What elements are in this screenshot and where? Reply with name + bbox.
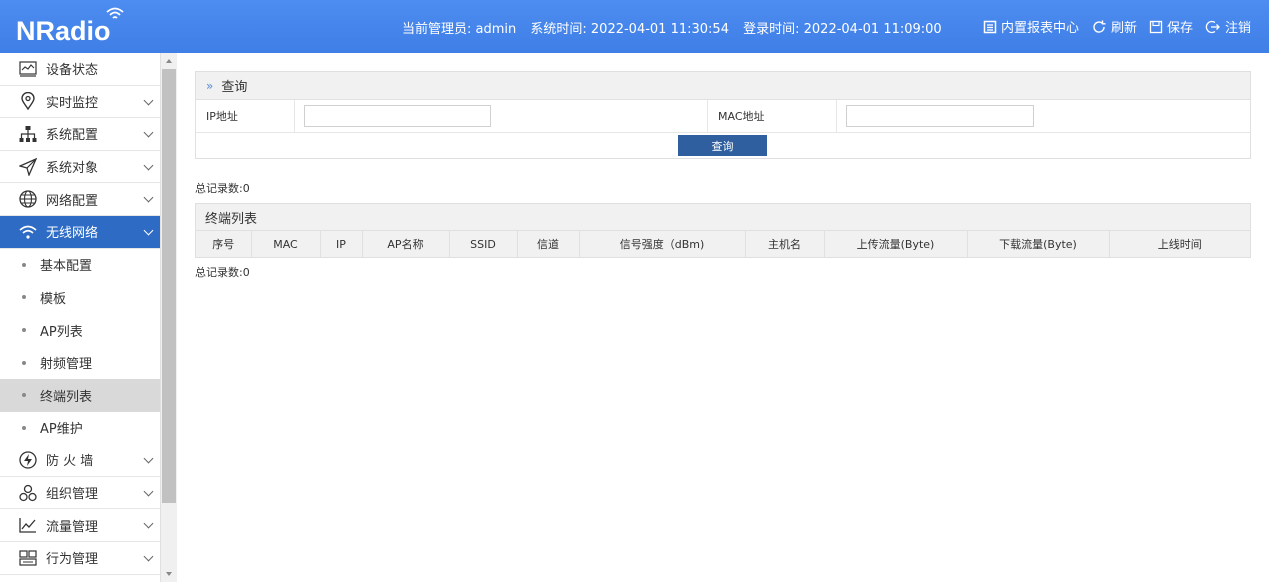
- chevron-down-icon: [143, 453, 154, 464]
- col-header-ip[interactable]: IP: [320, 231, 363, 257]
- save-button[interactable]: 保存: [1149, 17, 1193, 36]
- top-header: NRadio 当前管理员: admin 系统时间: 2022-04-01 11:…: [0, 0, 1269, 53]
- bullet-icon: [22, 425, 26, 430]
- send-icon: [18, 157, 38, 177]
- refresh-icon: [1093, 20, 1106, 33]
- col-header-hostname[interactable]: 主机名: [745, 231, 825, 257]
- nradio-logo: NRadio: [16, 7, 136, 48]
- query-panel-title[interactable]: » 查询: [196, 72, 1250, 100]
- chevron-down-icon: [143, 486, 154, 497]
- refresh-button[interactable]: 刷新: [1091, 17, 1137, 36]
- org-tree-icon: [18, 124, 38, 144]
- bullet-icon: [22, 295, 26, 300]
- logout-icon: [1205, 20, 1220, 33]
- col-header-mac[interactable]: MAC: [251, 231, 321, 257]
- total-records: 总记录数:0: [195, 182, 250, 195]
- chevron-down-icon: [143, 192, 154, 203]
- monitor-icon: [18, 59, 38, 79]
- scroll-down-icon[interactable]: [166, 572, 172, 576]
- sidebar-item-system-config[interactable]: 系统配置: [0, 118, 160, 151]
- bullet-icon: [22, 262, 26, 267]
- total-records-bottom: 总记录数:0: [195, 266, 250, 279]
- scroll-up-icon[interactable]: [166, 59, 172, 63]
- wifi-icon: [18, 222, 38, 242]
- sidebar-item-system-object[interactable]: 系统对象: [0, 151, 160, 184]
- query-button-row: 查询: [196, 133, 1250, 158]
- location-pin-icon: [18, 91, 38, 111]
- mac-field-cell: [837, 100, 1250, 132]
- system-time: 系统时间: 2022-04-01 11:30:54: [530, 22, 729, 37]
- sidebar-item-network-config[interactable]: 网络配置: [0, 183, 160, 216]
- globe-icon: [18, 189, 38, 209]
- sidebar-subitem-basic-config[interactable]: 基本配置: [0, 249, 160, 282]
- col-header-download[interactable]: 下载流量(Byte): [967, 231, 1110, 257]
- main-content: » 查询 IP地址 MAC地址 查询 总记录数:0 终端列表 序号 MAC IP…: [195, 71, 1251, 280]
- sidebar-item-realtime-monitor[interactable]: 实时监控: [0, 86, 160, 119]
- ip-input[interactable]: [304, 105, 491, 127]
- sidebar-item-device-status[interactable]: 设备状态: [0, 53, 160, 86]
- bullet-icon: [22, 360, 26, 365]
- scrollbar-thumb[interactable]: [162, 69, 176, 503]
- logo-wifi-icon: [106, 7, 124, 19]
- col-header-online-time[interactable]: 上线时间: [1109, 231, 1250, 257]
- report-icon: [983, 20, 997, 33]
- sidebar-scrollbar[interactable]: [161, 53, 177, 582]
- admin-label: 当前管理员: admin: [402, 22, 517, 37]
- sidebar: 设备状态 实时监控 系统配置 系统对象 网络配置 无线网络 基本配置 模板 AP…: [0, 53, 161, 582]
- report-center-button[interactable]: 内置报表中心: [983, 17, 1079, 36]
- query-panel: » 查询 IP地址 MAC地址 查询: [195, 71, 1251, 159]
- header-actions: 内置报表中心 刷新 保存 注销: [983, 17, 1251, 36]
- chevron-down-icon: [143, 518, 154, 529]
- double-chevron-right-icon: »: [206, 78, 214, 93]
- query-button[interactable]: 查询: [678, 135, 767, 156]
- terminal-table: 序号 MAC IP AP名称 SSID 信道 信号强度（dBm) 主机名 上传流…: [196, 231, 1250, 257]
- chart-line-icon: [18, 515, 38, 535]
- sidebar-item-firewall[interactable]: 防 火 墙: [0, 444, 160, 477]
- sidebar-subitem-rf-management[interactable]: 射频管理: [0, 346, 160, 379]
- chevron-down-icon: [143, 160, 154, 171]
- sidebar-item-wireless[interactable]: 无线网络: [0, 215, 160, 249]
- query-row: IP地址 MAC地址: [196, 100, 1250, 133]
- ip-label: IP地址: [196, 100, 295, 132]
- bullet-icon: [22, 393, 26, 398]
- col-header-ap-name[interactable]: AP名称: [362, 231, 450, 257]
- behavior-icon: [18, 548, 38, 568]
- col-header-index[interactable]: 序号: [196, 231, 252, 257]
- col-header-upload[interactable]: 上传流量(Byte): [824, 231, 968, 257]
- sidebar-item-traffic[interactable]: 流量管理: [0, 509, 160, 542]
- sidebar-item-behavior[interactable]: 行为管理: [0, 542, 160, 575]
- mac-label: MAC地址: [708, 100, 837, 132]
- logout-button[interactable]: 注销: [1205, 17, 1251, 36]
- sidebar-subitem-ap-list[interactable]: AP列表: [0, 314, 160, 347]
- people-icon: [18, 483, 38, 503]
- chevron-down-icon: [143, 225, 154, 236]
- table-header-row: 序号 MAC IP AP名称 SSID 信道 信号强度（dBm) 主机名 上传流…: [196, 231, 1250, 257]
- terminal-list-title: 终端列表: [196, 204, 1250, 231]
- sidebar-subitem-template[interactable]: 模板: [0, 281, 160, 314]
- chevron-down-icon: [143, 127, 154, 138]
- terminal-list-panel: 终端列表 序号 MAC IP AP名称 SSID 信道 信号强度（dBm) 主机…: [195, 203, 1251, 258]
- sidebar-item-organization[interactable]: 组织管理: [0, 477, 160, 510]
- mac-input[interactable]: [846, 105, 1034, 127]
- chevron-down-icon: [143, 551, 154, 562]
- bullet-icon: [22, 328, 26, 333]
- col-header-signal[interactable]: 信号强度（dBm): [579, 231, 746, 257]
- col-header-channel[interactable]: 信道: [517, 231, 580, 257]
- login-time: 登录时间: 2022-04-01 11:09:00: [743, 22, 942, 37]
- sidebar-subitem-ap-maintenance[interactable]: AP维护: [0, 412, 160, 445]
- chevron-down-icon: [143, 95, 154, 106]
- firewall-icon: [18, 450, 38, 470]
- col-header-ssid[interactable]: SSID: [449, 231, 518, 257]
- ip-field-cell: [295, 100, 708, 132]
- sidebar-subitem-terminal-list[interactable]: 终端列表: [0, 378, 160, 412]
- session-info: 当前管理员: admin 系统时间: 2022-04-01 11:30:54 登…: [402, 18, 952, 37]
- save-icon: [1149, 20, 1163, 33]
